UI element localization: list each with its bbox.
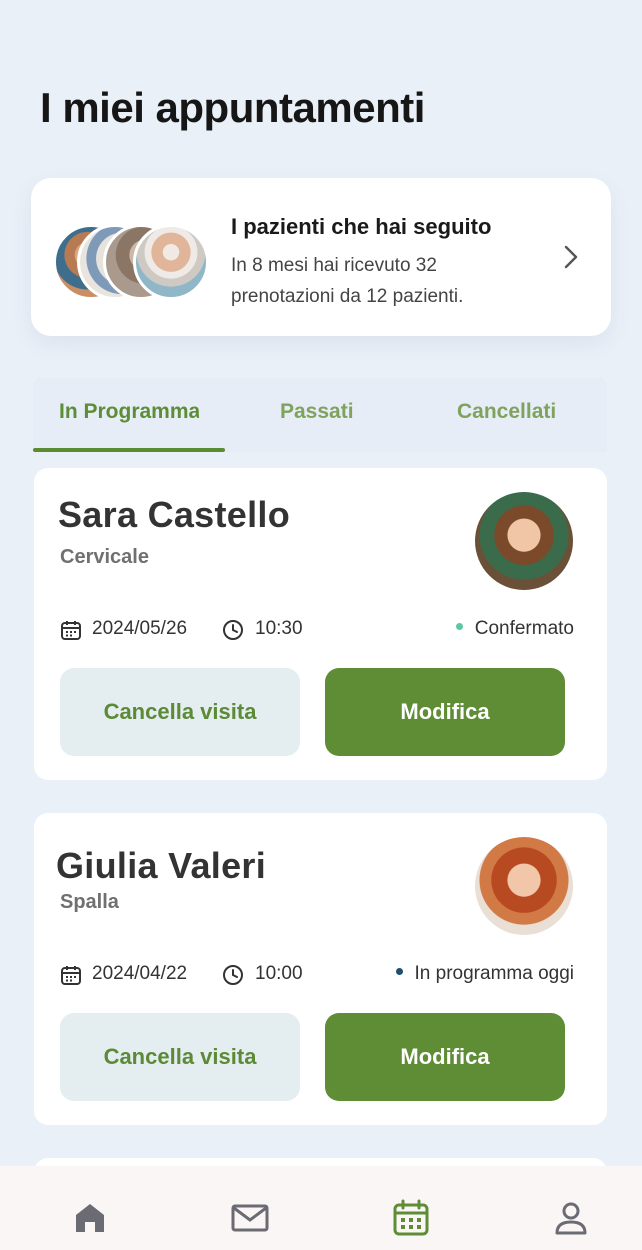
- status-dot: [395, 968, 403, 976]
- status-label: Confermato: [474, 618, 574, 639]
- home-icon: [76, 1204, 104, 1232]
- active-tab-indicator: [33, 448, 225, 452]
- clock-icon: [223, 620, 243, 640]
- appointment-date: 2024/05/26: [92, 618, 188, 639]
- appointment-meta: 2024/04/22 10:00 In programma oggi: [60, 961, 580, 987]
- body-part: Cervicale: [60, 546, 149, 568]
- page-title: I miei appuntamenti: [40, 84, 425, 131]
- status-badge: Confermato: [455, 618, 574, 640]
- clock-icon: [223, 965, 243, 985]
- mail-icon: [231, 1204, 269, 1232]
- tab-cancellati[interactable]: Cancellati: [457, 400, 556, 424]
- tab-passati[interactable]: Passati: [280, 400, 354, 424]
- patient-photo: [475, 492, 573, 590]
- patient-name: Sara Castello: [58, 494, 291, 535]
- status-badge: In programma oggi: [395, 963, 574, 985]
- appointment-time: 10:00: [255, 963, 303, 984]
- chevron-right-icon[interactable]: [561, 244, 581, 270]
- nav-profile[interactable]: [551, 1198, 591, 1238]
- status-label: In programma oggi: [414, 963, 574, 984]
- cancel-visit-button[interactable]: Cancella visita: [60, 1013, 300, 1101]
- appointment-meta: 2024/05/26 10:30 Confermato: [60, 616, 580, 642]
- appointment-card: Sara Castello Cervicale 2024/05/26 10:30…: [34, 468, 607, 780]
- nav-messages[interactable]: [230, 1198, 270, 1238]
- status-dot: [455, 623, 463, 631]
- nav-appointments[interactable]: [391, 1198, 431, 1238]
- patient-avatars: [53, 224, 209, 302]
- appointment-time: 10:30: [255, 618, 303, 639]
- body-part: Spalla: [60, 891, 119, 913]
- calendar-icon: [61, 621, 81, 640]
- nav-home[interactable]: [70, 1198, 110, 1238]
- appointment-date: 2024/04/22: [92, 963, 188, 984]
- edit-button[interactable]: Modifica: [325, 1013, 565, 1101]
- calendar-icon: [393, 1199, 429, 1236]
- appointment-card: Giulia Valeri Spalla 2024/04/22 10:00 In…: [34, 813, 607, 1125]
- edit-button[interactable]: Modifica: [325, 668, 565, 756]
- bottom-navigation: [0, 1166, 642, 1250]
- patient-photo: [475, 837, 573, 935]
- patients-summary-card[interactable]: I pazienti che hai seguito In 8 mesi hai…: [31, 178, 611, 336]
- avatar: [133, 224, 209, 300]
- calendar-icon: [61, 966, 81, 985]
- profile-icon: [555, 1202, 587, 1235]
- summary-title: I pazienti che hai seguito: [231, 214, 492, 239]
- tab-in-programma[interactable]: In Programma: [59, 400, 199, 424]
- patient-name: Giulia Valeri: [56, 845, 267, 886]
- appointment-tabs: In Programma Passati Cancellati: [33, 378, 607, 452]
- summary-description: In 8 mesi hai ricevuto 32 prenotazioni d…: [231, 255, 464, 307]
- cancel-visit-button[interactable]: Cancella visita: [60, 668, 300, 756]
